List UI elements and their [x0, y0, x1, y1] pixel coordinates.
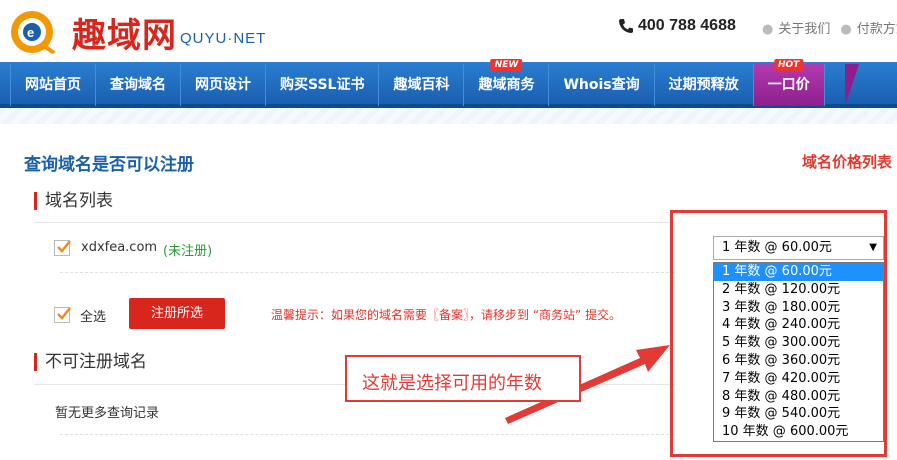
nav-item-4[interactable]: 趣域百科	[379, 64, 465, 106]
site-header: e 趣域网 QUYU·NET 400 788 4688 ●关于我们 ●付款方式	[0, 0, 897, 62]
nav-badge: NEW	[490, 59, 523, 71]
domain-list-heading: 域名列表	[34, 192, 113, 210]
annotation-highlight-frame	[670, 210, 887, 457]
nav-item-2[interactable]: 网页设计	[181, 64, 266, 106]
domain-checkbox[interactable]	[54, 240, 71, 256]
domain-name: xdxfea.com	[81, 240, 158, 255]
logo-chinese-text: 趣域网	[72, 16, 177, 56]
page-title: 查询域名是否可以注册	[24, 155, 194, 175]
top-links: ●关于我们 ●付款方式	[762, 18, 897, 37]
unavailable-heading: 不可注册域名	[34, 353, 147, 371]
top-link-about[interactable]: ● 关于我们	[762, 18, 830, 37]
logo-english-text: QUYU·NET	[180, 30, 267, 47]
domain-status: (未注册)	[163, 244, 213, 259]
select-all-label: 全选	[80, 310, 107, 325]
price-list-link[interactable]: 域名价格列表	[802, 151, 892, 172]
phone-icon	[619, 19, 633, 33]
nav-item-8[interactable]: 一口价 HOT	[753, 59, 825, 106]
hotline: 400 788 4688	[618, 17, 736, 35]
empty-records-text: 暂无更多查询记录	[55, 406, 160, 421]
nav-item-0[interactable]: 网站首页	[10, 64, 96, 106]
register-selected-button[interactable]: 注册所选	[129, 298, 225, 329]
phone-number: 400 788 4688	[638, 17, 736, 34]
filing-tip: 温馨提示：如果您的域名需要〖备案〗，请移步到 “商务站” 提交。	[271, 308, 622, 322]
row-divider	[60, 272, 674, 273]
nav-item-6[interactable]: Whois查询	[549, 64, 655, 106]
nav-item-label: 趣域百科	[393, 77, 450, 93]
nav-item-label: 网站首页	[25, 77, 81, 93]
divider	[34, 222, 674, 223]
main-nav: 网站首页 查询域名 网页设计 购买SSL证书 趣域百科 趣域商务 NEW Whois查询 过期预…	[0, 59, 897, 108]
nav-item-label: Whois查询	[563, 77, 640, 93]
nav-item-label: 查询域名	[110, 77, 166, 93]
row-divider	[60, 434, 674, 435]
logo-emblem-icon: e	[11, 11, 56, 54]
nav-item-3[interactable]: 购买SSL证书	[266, 64, 380, 106]
site-logo[interactable]: e 趣域网 QUYU·NET	[8, 6, 273, 56]
nav-active-tail	[845, 64, 859, 106]
annotation-text: 这就是选择可用的年数	[362, 373, 542, 394]
nav-divider-pattern	[0, 108, 897, 124]
checkmark-icon	[57, 307, 71, 320]
nav-item-5[interactable]: 趣域商务 NEW	[464, 59, 550, 106]
select-all-checkbox[interactable]	[54, 307, 71, 323]
nav-menu: 网站首页 查询域名 网页设计 购买SSL证书 趣域百科 趣域商务 NEW Whois查询 过期预…	[10, 59, 825, 106]
svg-text:e: e	[27, 25, 34, 40]
top-link-payment[interactable]: ●付款方式	[840, 18, 897, 37]
nav-item-label: 趣域商务	[478, 77, 535, 93]
checkmark-icon	[57, 240, 71, 253]
nav-badge: HOT	[773, 59, 804, 71]
nav-item-1[interactable]: 查询域名	[96, 64, 181, 106]
nav-item-label: 购买SSL证书	[280, 77, 365, 93]
nav-item-7[interactable]: 过期预释放	[655, 64, 754, 106]
nav-item-label: 一口价	[767, 77, 810, 93]
nav-item-label: 网页设计	[195, 77, 251, 93]
nav-item-label: 过期预释放	[668, 77, 739, 93]
